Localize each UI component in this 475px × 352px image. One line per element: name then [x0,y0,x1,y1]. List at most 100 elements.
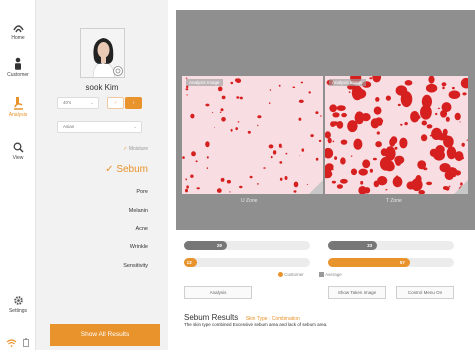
sebum-spot [358,168,368,176]
status-icons [6,334,30,352]
sebum-spot [320,115,322,117]
sebum-spot [332,140,335,143]
sebum-spot [272,150,277,155]
sebum-spot [400,91,413,108]
sebum-spot [205,103,210,107]
sebum-spot [426,124,433,129]
sebum-spot [221,95,226,100]
t-zone-customer-meter: 57 [328,258,454,267]
menu-item-acne[interactable]: Acne [135,226,148,232]
view-icon [13,142,24,153]
sebum-spot [394,155,405,165]
sebum-spot [447,151,451,155]
sebum-spot [329,104,337,113]
sebum-spot [389,138,396,147]
analysis-icon [13,97,23,110]
sebum-spot [372,157,377,161]
sebum-spot [212,111,214,114]
control-menu-button[interactable]: Control Menu On [396,286,454,299]
sebum-spot [332,112,340,118]
sebum-spot [214,127,215,129]
sebum-spot [324,131,331,139]
u-zone-caption: U Zone [241,198,258,204]
menu-item-moisture[interactable]: ✓ Moisture [123,146,148,152]
sebum-spot [235,127,238,131]
sebum-spot [257,115,262,119]
meter-fill [328,258,410,267]
sebum-spot [404,122,408,126]
results-title: Sebum Results [184,313,239,322]
menu-item-sebum[interactable]: ✓ Sebum [105,164,148,175]
sebum-spot [221,117,226,122]
menu-item-melanin[interactable]: Melanin [129,208,148,214]
sebum-spot [185,188,188,193]
sebum-spot [190,113,195,119]
sebum-spot [216,188,222,193]
sebum-spot [301,148,305,152]
corner-fold-icon [454,180,468,194]
sebum-spot [436,133,448,141]
sebum-spot [279,161,283,164]
camera-badge-icon[interactable] [113,66,123,76]
battery-icon [23,338,30,347]
customer-name: sook Kim [85,83,119,92]
t-zone-image[interactable]: Analysis Image [322,71,472,195]
sebum-spot [372,71,382,83]
sebum-spot [354,88,367,99]
sebum-spot [293,190,297,193]
sebum-spot [195,160,198,163]
customer-photo [80,28,125,78]
sebum-spot [331,121,339,126]
ethnicity-select[interactable]: Asian ⌄ [57,121,142,133]
sebum-spot [300,81,304,84]
sebum-spot [239,96,243,100]
show-all-results-button[interactable]: Show All Results [50,324,160,346]
sebum-spot [466,139,469,141]
sebum-spot [395,175,399,178]
gender-female-button[interactable]: ♀ [125,97,142,109]
age-group-select[interactable]: 40's ⌄ [57,97,99,109]
menu-item-sensitivity[interactable]: Sensitivity [123,263,148,269]
sebum-spot [347,120,358,133]
sebum-spot [185,178,187,181]
customer-icon [15,57,21,70]
sebum-spot [418,190,425,195]
nav-view[interactable]: View [0,142,36,161]
menu-item-wrinkle[interactable]: Wrinkle [130,244,148,250]
nav-analysis[interactable]: Analysis [0,96,36,118]
customer-legend-swatch [278,272,283,278]
sebum-spot [448,185,451,188]
sebum-spot [375,141,382,148]
meter-value: 33 [367,243,373,248]
sebum-spot [379,156,392,171]
sebum-spot [298,99,304,103]
sebum-spot [269,102,271,105]
sebum-spot [376,131,380,135]
sebum-spot [257,124,259,127]
nav-settings[interactable]: Settings [0,295,36,314]
show-taken-image-button[interactable]: Show Taken Image [328,286,386,299]
menu-item-pore[interactable]: Pore [136,189,148,195]
analysis-button[interactable]: Analysis [184,286,252,299]
sebum-spot [299,155,300,156]
gender-male-button[interactable]: ♂ [107,97,124,109]
settings-icon [13,296,23,305]
sebum-spot [285,152,288,155]
sebum-spot [446,167,458,177]
sebum-spot [186,94,188,96]
nav-customer[interactable]: Customer [0,57,36,78]
sebum-spot [336,105,346,111]
sebum-spot [341,112,347,118]
sebum-spot [350,168,358,176]
sebum-spot [414,189,416,191]
nav-home[interactable]: Home [0,24,36,41]
sebum-spot [369,77,373,80]
sebum-spot [428,75,435,84]
sebum-spot [293,181,299,188]
sebum-spot [360,180,364,185]
sebum-spot [229,191,231,193]
age-group-value: 40's [63,100,72,105]
u-zone-image[interactable]: Analysis Image [182,76,323,194]
sebum-spot [435,112,438,116]
analysis-image-panel: Analysis Image Analysis Image U Zone T Z… [176,10,475,230]
